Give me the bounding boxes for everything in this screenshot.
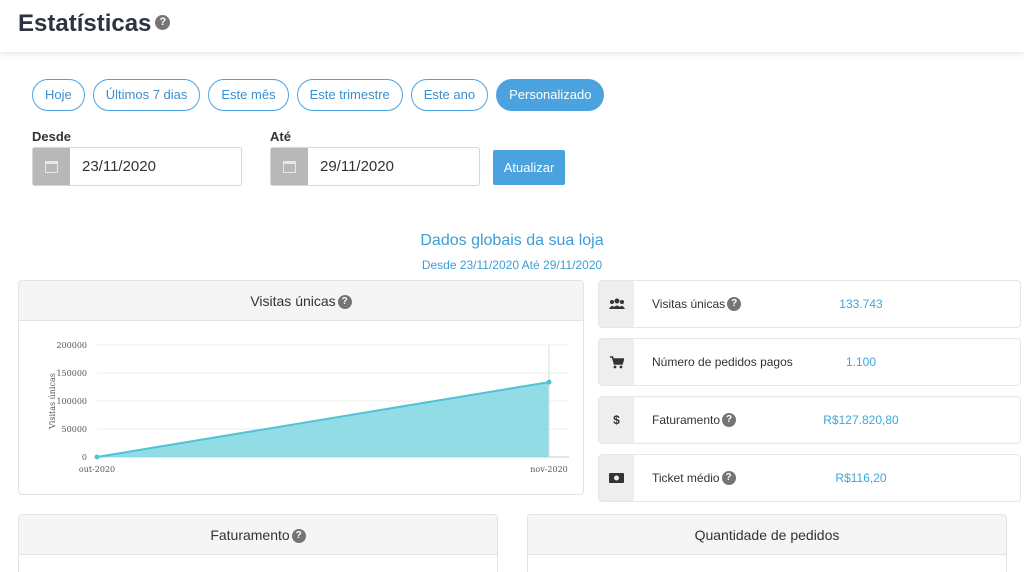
x-tick-label: nov-2020 (530, 465, 568, 474)
stat-card-unique-visits: Visitas únicas? 133.743 (598, 280, 1021, 328)
from-calendar-button[interactable] (33, 148, 70, 185)
help-icon[interactable]: ? (291, 529, 306, 544)
help-icon[interactable]: ? (337, 295, 352, 310)
y-tick-label: 50000 (62, 425, 87, 434)
visits-chart: 0 50000 100000 150000 200000 out-2020 nov-2020… (48, 341, 569, 474)
stat-value: 1.100 (845, 355, 877, 369)
y-tick-label: 150000 (56, 369, 87, 378)
period-custom-button[interactable]: Personalizado (496, 79, 605, 111)
to-label: Até (270, 129, 291, 144)
stat-value: R$116,20 (835, 471, 887, 485)
dollar-icon: $ (599, 397, 634, 443)
to-calendar-button[interactable] (271, 148, 308, 185)
revenue-panel-title: Faturamento (210, 527, 290, 543)
top-bar: Estatísticas? (0, 0, 1024, 52)
summary-subtitle: Desde 23/11/2020 Até 29/11/2020 (421, 258, 603, 272)
update-button[interactable]: Atualizar (493, 150, 565, 185)
help-icon[interactable]: ? (722, 413, 737, 428)
to-date-field[interactable]: 29/11/2020 (270, 147, 480, 186)
page-title: Estatísticas? (18, 10, 171, 38)
from-label: Desde (32, 129, 72, 144)
data-point (94, 454, 100, 460)
visits-chart-header: Visitas únicas? (19, 281, 583, 321)
x-tick-label: out-2020 (79, 465, 115, 474)
revenue-panel: Faturamento? (18, 514, 498, 572)
money-icon (599, 455, 634, 501)
stat-value: 133.743 (839, 297, 883, 311)
stat-card-average-ticket: Ticket médio? R$116,20 (598, 454, 1021, 502)
calendar-icon (45, 160, 58, 173)
orders-panel-header: Quantidade de pedidos (528, 515, 1006, 555)
stat-value: R$127.820,80 (823, 413, 899, 427)
data-point (546, 379, 552, 385)
cart-icon (599, 339, 634, 385)
y-tick-label: 200000 (56, 341, 87, 350)
y-tick-label: 0 (82, 453, 87, 462)
help-icon[interactable]: ? (727, 297, 742, 312)
stat-label: Faturamento? (652, 413, 737, 428)
page-title-text: Estatísticas (18, 10, 152, 37)
orders-panel: Quantidade de pedidos (527, 514, 1007, 572)
period-last-7-days-button[interactable]: Últimos 7 dias (92, 79, 201, 111)
stat-label: Visitas únicas? (652, 297, 742, 312)
period-today-button[interactable]: Hoje (32, 79, 85, 111)
visits-chart-panel: Visitas únicas? 0 50000 100000 150000 200000… (18, 280, 584, 495)
users-icon (599, 281, 634, 327)
calendar-icon (283, 160, 296, 173)
to-date-input[interactable]: 29/11/2020 (308, 148, 479, 185)
from-date-input[interactable]: 23/11/2020 (70, 148, 241, 185)
period-selector: Hoje Últimos 7 dias Este mês Este trimes… (32, 79, 605, 111)
help-icon[interactable]: ? (721, 471, 736, 486)
y-axis-label: Visitas únicas (48, 373, 57, 430)
stat-label: Ticket médio? (652, 471, 736, 486)
period-this-month-button[interactable]: Este mês (208, 79, 289, 111)
y-tick-label: 100000 (56, 397, 87, 406)
orders-panel-title: Quantidade de pedidos (694, 527, 840, 543)
help-icon[interactable]: ? (155, 15, 171, 31)
visits-chart-title: Visitas únicas (250, 293, 336, 309)
stat-card-revenue: $ Faturamento? R$127.820,80 (598, 396, 1021, 444)
period-this-quarter-button[interactable]: Este trimestre (296, 79, 403, 111)
revenue-panel-header: Faturamento? (19, 515, 497, 555)
period-this-year-button[interactable]: Este ano (410, 79, 489, 111)
summary-title: Dados globais da sua loja (420, 232, 604, 249)
from-date-field[interactable]: 23/11/2020 (32, 147, 242, 186)
stat-card-paid-orders: Número de pedidos pagos 1.100 (598, 338, 1021, 386)
